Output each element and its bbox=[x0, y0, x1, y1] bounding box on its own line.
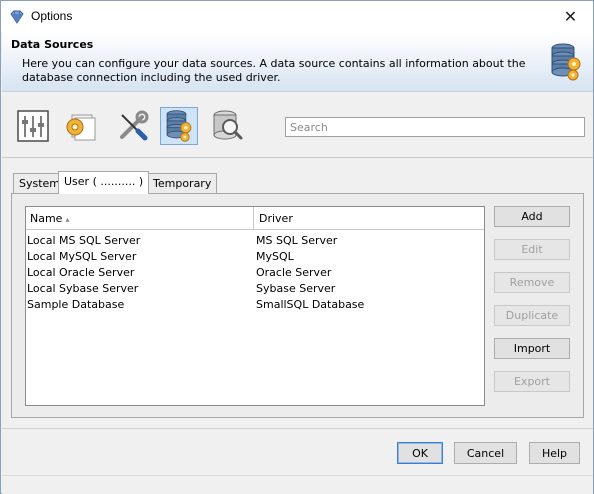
duplicate-button[interactable]: Duplicate bbox=[494, 305, 570, 326]
sliders-icon bbox=[17, 110, 49, 142]
gear-pages-icon bbox=[66, 114, 96, 141]
table-header: Name ▴ Driver bbox=[26, 207, 484, 230]
cell-name: Local MS SQL Server bbox=[27, 234, 141, 247]
export-button[interactable]: Export bbox=[494, 371, 570, 392]
datasource-table[interactable]: Name ▴ Driver Local MS SQL Server MS SQL … bbox=[25, 206, 485, 406]
datasources-panel: Name ▴ Driver Local MS SQL Server MS SQL … bbox=[11, 193, 584, 418]
category-toolbar bbox=[2, 93, 593, 157]
remove-button[interactable]: Remove bbox=[494, 272, 570, 293]
footer-divider bbox=[2, 428, 593, 429]
database-gears-icon bbox=[166, 110, 192, 142]
toolbar-datasources-button[interactable] bbox=[160, 107, 198, 145]
cell-name: Sample Database bbox=[27, 298, 125, 311]
table-row[interactable]: Local Oracle Server Oracle Server bbox=[26, 265, 484, 281]
cancel-button[interactable]: Cancel bbox=[454, 442, 517, 464]
close-button[interactable]: ✕ bbox=[548, 1, 593, 32]
database-search-icon bbox=[213, 110, 243, 140]
title-bar: Options ✕ bbox=[1, 1, 593, 32]
window-title: Options bbox=[31, 9, 73, 23]
toolbar-divider bbox=[2, 157, 593, 158]
database-gears-icon bbox=[551, 43, 581, 81]
toolbar-tools-button[interactable] bbox=[114, 107, 152, 145]
cell-driver: SmallSQL Database bbox=[256, 298, 365, 311]
cell-driver: MS SQL Server bbox=[256, 234, 338, 247]
cell-driver: MySQL bbox=[256, 250, 294, 263]
import-button[interactable]: Import bbox=[494, 338, 570, 359]
wrench-screwdriver-icon bbox=[120, 110, 149, 141]
toolbar-dbsearch-button[interactable] bbox=[209, 107, 247, 145]
app-diamond-icon bbox=[10, 10, 24, 24]
column-header-driver[interactable]: Driver bbox=[255, 207, 484, 230]
page-title: Data Sources bbox=[11, 38, 94, 51]
add-button[interactable]: Add bbox=[494, 206, 570, 227]
ok-button[interactable]: OK bbox=[397, 442, 443, 464]
cell-driver: Oracle Server bbox=[256, 266, 332, 279]
toolbar-settings-button[interactable] bbox=[61, 107, 99, 145]
cell-name: Local Sybase Server bbox=[27, 282, 139, 295]
sort-ascending-icon: ▴ bbox=[65, 215, 70, 224]
tab-temporary[interactable]: Temporary bbox=[147, 173, 218, 193]
page-header: Data Sources Here you can configure your… bbox=[2, 32, 593, 92]
table-row[interactable]: Local MS SQL Server MS SQL Server bbox=[26, 233, 484, 249]
toolbar-general-button[interactable] bbox=[14, 107, 52, 145]
column-label: Driver bbox=[259, 212, 293, 225]
help-button[interactable]: Help bbox=[529, 442, 580, 464]
tab-user[interactable]: User ( .......... ) bbox=[58, 171, 150, 194]
column-label: Name bbox=[30, 212, 63, 225]
status-bar bbox=[2, 475, 593, 494]
options-dialog: Options ✕ Data Sources Here you can conf… bbox=[0, 0, 594, 494]
table-row[interactable]: Local Sybase Server Sybase Server bbox=[26, 281, 484, 297]
cell-name: Local MySQL Server bbox=[27, 250, 137, 263]
page-description: Here you can configure your data sources… bbox=[22, 57, 526, 84]
edit-button[interactable]: Edit bbox=[494, 239, 570, 260]
cell-name: Local Oracle Server bbox=[27, 266, 135, 279]
close-icon: ✕ bbox=[563, 7, 578, 26]
table-row[interactable]: Local MySQL Server MySQL bbox=[26, 249, 484, 265]
cell-driver: Sybase Server bbox=[256, 282, 336, 295]
column-header-name[interactable]: Name ▴ bbox=[26, 207, 254, 230]
table-row[interactable]: Sample Database SmallSQL Database bbox=[26, 297, 484, 313]
search-input[interactable] bbox=[285, 117, 585, 137]
